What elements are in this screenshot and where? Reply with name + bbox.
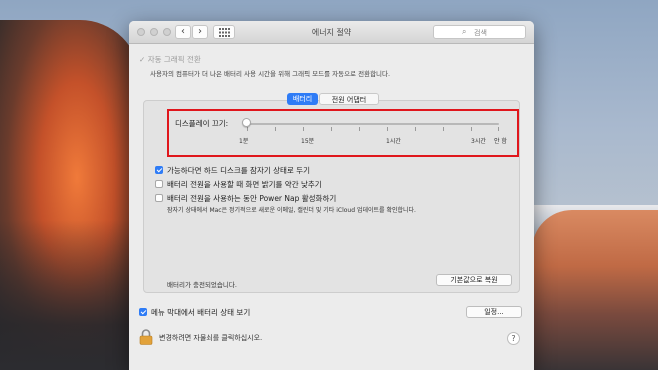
tick-label-3hours: 3시간 <box>471 138 486 145</box>
restore-defaults-button[interactable]: 기본값으로 복원 <box>436 274 512 286</box>
tick-label-15min: 15분 <box>301 138 315 145</box>
search-icon: ⌕ <box>462 27 467 36</box>
display-sleep-label: 디스플레이 끄기: <box>175 119 229 128</box>
slider-tick <box>498 127 499 131</box>
slider-tick <box>247 127 248 131</box>
battery-status-text: 배터리가 충전되었습니다. <box>167 281 237 289</box>
checkmark-icon: ✓ <box>139 55 146 64</box>
auto-graphics-switching-row: ✓ 자동 그래픽 전환 <box>139 54 201 65</box>
slider-tick <box>415 127 416 131</box>
help-button[interactable]: ? <box>507 332 520 345</box>
energy-saver-window: ‹ › 에너지 절약 ⌕ 검색 ✓ 자동 그래픽 전환 사용자의 컴퓨터가 더 … <box>129 21 534 370</box>
display-sleep-highlight <box>167 109 519 157</box>
dim-display-label: 배터리 전원을 사용할 때 화면 밝기를 약간 낮추기 <box>167 180 322 189</box>
dim-display-checkbox[interactable] <box>155 180 163 188</box>
hard-disk-sleep-checkbox[interactable] <box>155 166 163 174</box>
schedule-button[interactable]: 일정... <box>466 306 522 318</box>
slider-tick <box>359 127 360 131</box>
desktop-wallpaper-right <box>532 210 658 370</box>
display-sleep-slider-track[interactable] <box>243 123 499 125</box>
slider-tick <box>387 127 388 131</box>
display-sleep-slider-thumb[interactable] <box>242 118 251 127</box>
search-field[interactable]: ⌕ 검색 <box>433 25 526 39</box>
power-nap-checkbox[interactable] <box>155 194 163 202</box>
slider-tick <box>303 127 304 131</box>
tab-battery[interactable]: 배터리 <box>287 93 318 105</box>
slider-tick <box>331 127 332 131</box>
search-placeholder: 검색 <box>474 29 487 37</box>
lock-icon[interactable] <box>139 329 153 345</box>
power-nap-label: 배터리 전원을 사용하는 동안 Power Nap 활성화하기 <box>167 194 337 203</box>
power-nap-description: 잠자기 상태에서 Mac은 정기적으로 새로운 이메일, 캘린더 및 기타 iC… <box>167 207 416 214</box>
slider-tick <box>275 127 276 131</box>
tick-label-never: 안 함 <box>494 138 507 145</box>
menubar-battery-checkbox[interactable] <box>139 308 147 316</box>
tick-label-1hour: 1시간 <box>386 138 401 145</box>
menubar-battery-label: 메뉴 막대에서 배터리 상태 보기 <box>151 308 251 317</box>
tick-label-1min: 1분 <box>239 138 249 145</box>
tab-power-adapter[interactable]: 전원 어댑터 <box>319 93 379 105</box>
hard-disk-sleep-label: 가능하다면 하드 디스크를 잠자기 상태로 두기 <box>167 166 311 175</box>
slider-tick <box>471 127 472 131</box>
desktop-wallpaper-shade <box>0 220 140 370</box>
dim-display-option[interactable]: 배터리 전원을 사용할 때 화면 밝기를 약간 낮추기 <box>155 179 322 190</box>
menubar-battery-option[interactable]: 메뉴 막대에서 배터리 상태 보기 <box>139 307 250 318</box>
lock-instruction: 변경하려면 자물쇠를 클릭하십시오. <box>159 334 263 342</box>
title-bar: ‹ › 에너지 절약 ⌕ 검색 <box>129 21 534 44</box>
slider-tick <box>443 127 444 131</box>
auto-graphics-switching-label: 자동 그래픽 전환 <box>147 55 201 64</box>
power-nap-option[interactable]: 배터리 전원을 사용하는 동안 Power Nap 활성화하기 <box>155 193 336 204</box>
hard-disk-sleep-option[interactable]: 가능하다면 하드 디스크를 잠자기 상태로 두기 <box>155 165 310 176</box>
auto-graphics-description: 사용자의 컴퓨터가 더 나은 배터리 사용 시간을 위해 그래픽 모드를 자동으… <box>150 70 391 78</box>
